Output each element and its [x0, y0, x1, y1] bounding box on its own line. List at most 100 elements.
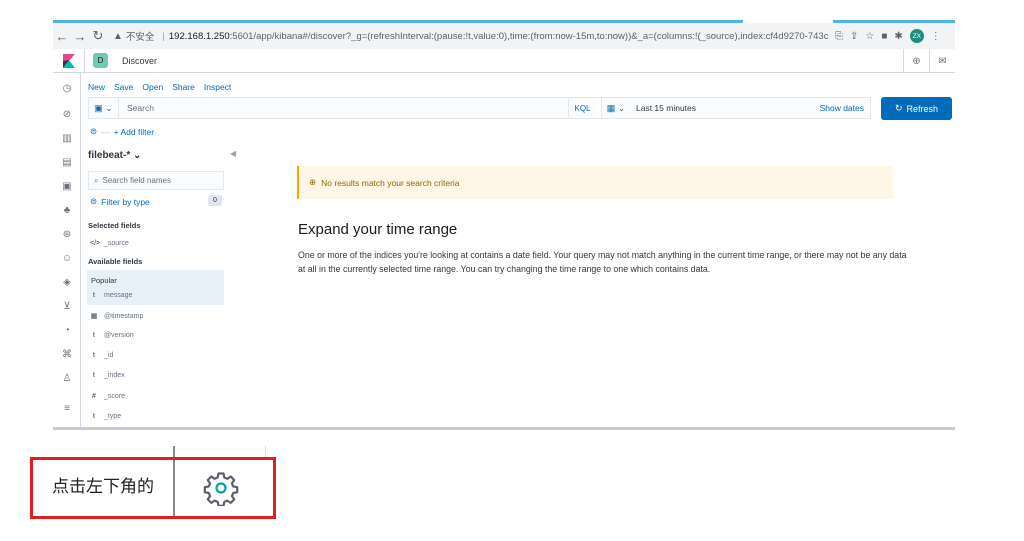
- field-item[interactable]: # _score: [90, 393, 125, 400]
- back-icon[interactable]: ←: [53, 29, 71, 44]
- popular-label: Popular: [91, 276, 117, 285]
- uptime-icon[interactable]: ◔: [53, 325, 81, 336]
- forward-icon[interactable]: →: [71, 29, 89, 44]
- collapse-sidebar-icon[interactable]: ◀: [230, 149, 236, 158]
- filter-type-icon: ⊜: [90, 196, 98, 206]
- share-icon[interactable]: ⇪: [850, 31, 858, 42]
- help-circle-icon: ⊕: [309, 177, 317, 187]
- address-bar[interactable]: ▲ 不安全 | 192.168.1.250 :5601/app/kibana#/…: [113, 26, 829, 46]
- maps-icon[interactable]: ♣: [53, 205, 81, 216]
- side-nav: ◷ ⊘ ▥ ▤ ▣ ♣ ⊛ ☺ ◈ ⊻ ◔ ⌘ ♙ ≡: [53, 73, 81, 427]
- recent-icon[interactable]: ◷: [53, 83, 81, 94]
- filter-divider: —: [101, 126, 110, 137]
- menu-open[interactable]: Open: [142, 82, 163, 92]
- query-bar: ▣ ⌄ Search KQL ▦ ⌄ Last 15 minutes Show …: [88, 97, 871, 119]
- field-item[interactable]: ▦ @timestamp: [90, 312, 144, 321]
- field-item[interactable]: </> _source: [90, 240, 129, 247]
- kibana-header: D Discover ⊕ ✉: [53, 48, 955, 73]
- string-type-icon: t: [93, 332, 95, 339]
- reload-icon[interactable]: ↻: [89, 28, 107, 44]
- show-dates-link[interactable]: Show dates: [820, 103, 864, 113]
- collapse-nav-icon[interactable]: ≡: [53, 403, 81, 414]
- url-host: 192.168.1.250: [168, 30, 230, 42]
- field-name: _type: [104, 413, 122, 420]
- logs-icon[interactable]: ◈: [53, 277, 81, 288]
- selected-fields-title: Selected fields: [88, 221, 141, 230]
- header-actions: ⊕ ✉: [903, 49, 955, 73]
- no-results-callout: ⊕ No results match your search criteria: [297, 166, 893, 199]
- apm-icon[interactable]: ⊻: [53, 301, 81, 312]
- top-menu: New Save Open Share Inspect: [88, 82, 231, 92]
- more-icon[interactable]: ⋮: [931, 31, 941, 42]
- url-path: :5601/app/kibana#/discover?_g=(refreshIn…: [229, 30, 829, 42]
- search-input[interactable]: Search: [119, 98, 568, 118]
- string-type-icon: t: [93, 372, 95, 379]
- search-icon: ⌕: [94, 175, 99, 185]
- field-name: _index: [104, 372, 125, 379]
- field-name: _id: [104, 352, 114, 359]
- space-avatar[interactable]: D: [93, 53, 108, 68]
- annotation-text: 点击左下角的: [52, 477, 154, 497]
- menu-inspect[interactable]: Inspect: [204, 82, 231, 92]
- field-item[interactable]: t message: [90, 292, 132, 299]
- dashboard-icon[interactable]: ▤: [53, 157, 81, 168]
- field-item[interactable]: t _type: [90, 413, 121, 420]
- string-type-icon: t: [93, 292, 95, 299]
- index-pattern-label: filebeat-*: [88, 150, 131, 161]
- browser-toolbar: ← → ↻ ▲ 不安全 | 192.168.1.250 :5601/app/ki…: [53, 23, 955, 49]
- callout-text: No results match your search criteria: [321, 177, 460, 188]
- kql-toggle[interactable]: KQL: [568, 98, 596, 118]
- refresh-button[interactable]: ↻ Refresh: [881, 97, 952, 120]
- field-name: message: [104, 292, 133, 299]
- time-range[interactable]: Last 15 minutes Show dates: [630, 98, 870, 118]
- field-name: @timestamp: [104, 312, 144, 320]
- menu-new[interactable]: New: [88, 82, 105, 92]
- menu-share[interactable]: Share: [172, 82, 195, 92]
- field-item[interactable]: t _index: [90, 372, 125, 379]
- metrics-icon[interactable]: ☺: [53, 253, 81, 264]
- puzzle-icon[interactable]: ✱: [894, 31, 902, 42]
- breadcrumb: Discover: [122, 55, 158, 66]
- devtools-icon[interactable]: ♙: [53, 373, 81, 384]
- date-type-icon: ▦: [90, 313, 98, 320]
- saved-query-icon[interactable]: ▣ ⌄: [89, 98, 119, 118]
- chevron-down-icon: ⌄: [133, 150, 142, 161]
- kibana-screenshot: ← → ↻ ▲ 不安全 | 192.168.1.250 :5601/app/ki…: [53, 20, 955, 430]
- gear-icon[interactable]: [203, 470, 239, 506]
- add-filter-link[interactable]: + Add filter: [114, 127, 154, 137]
- profile-avatar[interactable]: ZX: [909, 29, 924, 43]
- menu-save[interactable]: Save: [114, 82, 133, 92]
- field-name: _source: [104, 240, 129, 247]
- filter-by-type-label: Filter by type: [101, 196, 150, 207]
- extension-icon[interactable]: ■: [881, 31, 887, 42]
- available-fields-title: Available fields: [88, 257, 143, 266]
- field-name: _score: [104, 393, 126, 400]
- field-name: @version: [104, 332, 134, 339]
- kibana-logo-icon[interactable]: [53, 48, 85, 73]
- mail-icon[interactable]: ✉: [929, 49, 955, 73]
- page-title: Expand your time range: [298, 221, 458, 238]
- translate-icon[interactable]: ⎘: [835, 31, 843, 42]
- visualize-icon[interactable]: ▥: [53, 133, 81, 144]
- refresh-icon: ↻: [894, 103, 903, 113]
- index-pattern-selector[interactable]: filebeat-* ⌄: [88, 150, 141, 161]
- siem-icon[interactable]: ⌘: [53, 349, 81, 360]
- filter-by-type[interactable]: ⊜ Filter by type 0: [90, 195, 222, 207]
- refresh-label: Refresh: [906, 103, 939, 114]
- address-separator: |: [162, 30, 165, 42]
- ml-icon[interactable]: ⊛: [53, 229, 81, 240]
- field-item[interactable]: t _id: [90, 352, 113, 359]
- number-type-icon: #: [92, 393, 96, 400]
- star-icon[interactable]: ☆: [865, 31, 874, 42]
- field-item[interactable]: t @version: [90, 332, 134, 339]
- field-search-input[interactable]: ⌕ Search field names: [88, 171, 224, 190]
- insecure-label: 不安全: [125, 32, 155, 43]
- discover-icon[interactable]: ⊘: [53, 109, 81, 120]
- browser-actions: ⎘ ⇪ ☆ ■ ✱ ZX ⋮: [835, 29, 941, 43]
- filter-row: ⊜ — + Add filter: [90, 126, 154, 137]
- calendar-icon[interactable]: ▦ ⌄: [601, 98, 630, 118]
- filter-icon[interactable]: ⊜: [90, 126, 97, 137]
- help-icon[interactable]: ⊕: [903, 49, 929, 73]
- canvas-icon[interactable]: ▣: [53, 181, 81, 192]
- page-description: One or more of the indices you're lookin…: [298, 250, 907, 274]
